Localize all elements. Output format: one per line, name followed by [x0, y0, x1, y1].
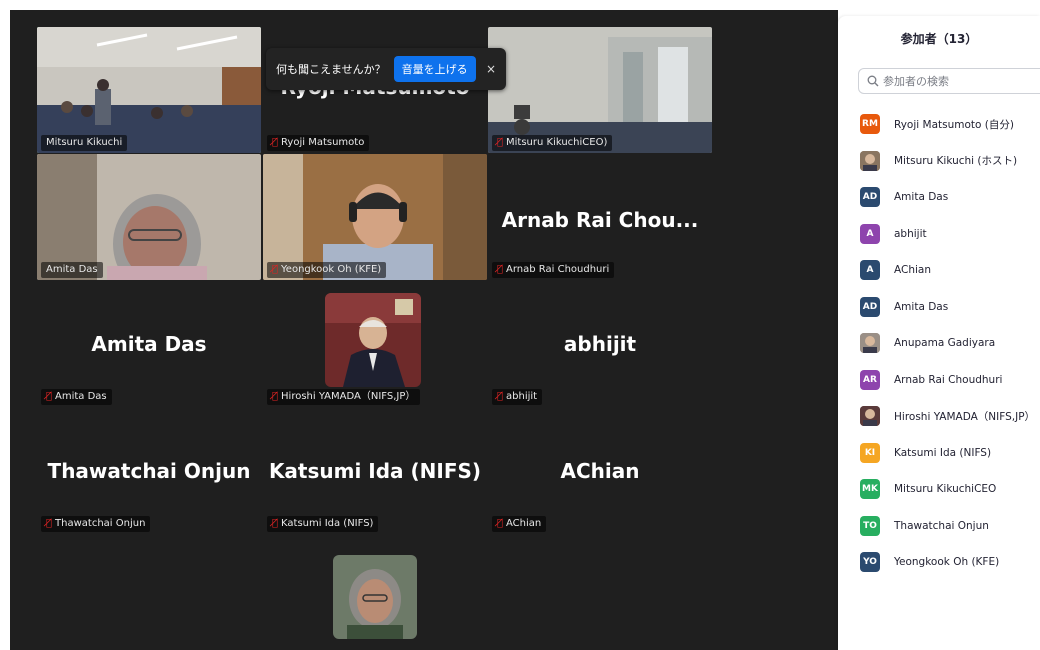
- video-tile-achian[interactable]: AChian 🎙̸ AChian: [488, 408, 712, 534]
- mic-muted-icon: 🎙̸: [272, 264, 279, 275]
- mic-muted-icon: 🎙̸: [46, 518, 53, 529]
- mic-muted-icon: 🎙̸: [497, 137, 504, 148]
- participant-name-tag: 🎙̸ Hiroshi YAMADA（NIFS,JP）: [267, 389, 421, 405]
- participant-avatar: MK: [860, 479, 880, 500]
- participant-avatar: YO: [860, 552, 880, 573]
- mic-muted-icon: 🎙̸: [272, 137, 279, 148]
- participants-panel-title: 参加者（13）: [900, 32, 978, 46]
- video-tile-amita-das[interactable]: Amita Das 🎙̸ Amita Das: [37, 281, 261, 407]
- participant-name-tag: 🎙̸ Katsumi Ida (NIFS): [267, 516, 379, 532]
- participant-name-tag: 🎙̸ Mitsuru KikuchiCEO): [492, 135, 613, 151]
- participant-avatar: [860, 406, 880, 427]
- participant-avatar: AR: [860, 369, 880, 390]
- participant-name: Amita Das: [894, 191, 949, 204]
- participant-list-item[interactable]: AR Arnab Rai Choudhuri: [838, 362, 1040, 399]
- participant-display-name: Amita Das: [91, 332, 207, 356]
- mic-muted-icon: 🎙̸: [497, 264, 504, 275]
- participant-name-tag: 🎙̸ abhijit: [492, 389, 543, 405]
- participant-list: RM Ryoji Matsumoto (自分) Mitsuru Kikuchi (ホ…: [838, 106, 1040, 581]
- participant-display-name: Thawatchai Onjun: [47, 459, 251, 483]
- profile-photo: [325, 293, 421, 387]
- participant-name-tag: 🎙̸ Amita Das: [41, 389, 112, 405]
- video-tile-thawatchai-onjun[interactable]: Thawatchai Onjun 🎙̸ Thawatchai Onjun: [37, 408, 261, 534]
- participant-list-item[interactable]: Aabhijit: [838, 216, 1040, 253]
- participant-avatar: KI: [860, 442, 880, 463]
- close-icon[interactable]: ×: [486, 62, 496, 76]
- video-tile-hiroshi-yamada[interactable]: 🎙̸ Hiroshi YAMADA（NIFS,JP）: [263, 281, 487, 407]
- participant-avatar: [860, 150, 880, 171]
- participant-name: Ryoji Matsumoto (自分): [894, 118, 1014, 131]
- participant-avatar: RM: [860, 114, 880, 135]
- participant-avatar: TO: [860, 515, 880, 536]
- participant-name-tag: Amita Das: [41, 262, 103, 278]
- participant-display-name: Arnab Rai Chou...: [501, 207, 699, 232]
- participant-list-item[interactable]: MK Mitsuru KikuchiCEO: [838, 471, 1040, 508]
- participant-name-tag: 🎙̸ Ryoji Matsumoto: [267, 135, 370, 151]
- search-placeholder: 参加者の検索: [883, 75, 949, 88]
- participant-name: Hiroshi YAMADA（NIFS,JP）: [894, 410, 1036, 423]
- participant-list-item[interactable]: KI Katsumi Ida (NIFS): [838, 435, 1040, 472]
- participant-name: AChian: [894, 264, 931, 277]
- mic-muted-icon: 🎙̸: [497, 518, 504, 529]
- video-tile-ryoji-matsumoto[interactable]: Ryoji Matsumoto 🎙̸Ryoji Matsumoto: [263, 27, 487, 153]
- participant-name: Arnab Rai Choudhuri: [894, 373, 1003, 386]
- participant-avatar: [860, 333, 880, 354]
- video-tile-mitsuru-kikuchi[interactable]: Mitsuru Kikuchi: [37, 27, 261, 153]
- gallery-view: Mitsuru Kikuchi Ryoji Matsumoto 🎙̸Ryoji …: [10, 10, 838, 650]
- participant-search-input[interactable]: 参加者の検索: [858, 68, 1040, 94]
- video-tile-anupama-gadiyara[interactable]: [263, 535, 487, 650]
- participant-name: Thawatchai Onjun: [894, 519, 989, 532]
- participant-name-tag: Mitsuru Kikuchi: [41, 135, 128, 151]
- participant-list-item[interactable]: Anupama Gadiyara: [838, 325, 1040, 362]
- participant-name-tag: 🎙̸ Thawatchai Onjun: [41, 516, 151, 532]
- participant-list-item[interactable]: Hiroshi YAMADA（NIFS,JP）: [838, 398, 1040, 435]
- search-icon: [867, 75, 879, 87]
- increase-volume-button[interactable]: 音量を上げる: [393, 56, 476, 82]
- participant-list-item[interactable]: YO Yeongkook Oh (KFE): [838, 544, 1040, 581]
- participant-name-tag: 🎙̸ Yeongkook Oh (KFE): [267, 262, 387, 278]
- participant-avatar: A: [860, 223, 880, 244]
- profile-photo: [333, 555, 417, 639]
- video-tile-arnab-rai-choudhuri[interactable]: Arnab Rai Chou... 🎙̸ Arnab Rai Choudhuri: [488, 154, 712, 280]
- participant-list-item[interactable]: A AChian: [838, 252, 1040, 289]
- participant-name: Yeongkook Oh (KFE): [894, 556, 1000, 569]
- participant-name: Amita Das: [894, 300, 949, 313]
- mic-muted-icon: 🎙̸: [272, 518, 279, 529]
- participant-display-name: abhijit: [563, 332, 637, 356]
- participant-display-name: Katsumi Ida (NIFS): [268, 459, 482, 483]
- participant-list-item[interactable]: RM Ryoji Matsumoto (自分): [838, 106, 1040, 143]
- no-audio-message: 何も聞こえませんか？: [276, 63, 386, 76]
- participants-panel: 参加者（13） 参加者の検索 RM Ryoji Matsumoto (自分) Mit…: [838, 16, 1040, 650]
- video-tile-mitsuru-kikuchi-ceo[interactable]: 🎙̸ Mitsuru KikuchiCEO): [488, 27, 712, 153]
- participant-list-item[interactable]: AD Amita Das: [838, 179, 1040, 216]
- mic-muted-icon: 🎙̸: [272, 391, 279, 402]
- video-tile-abhijit[interactable]: abhijit 🎙̸ abhijit: [488, 281, 712, 407]
- mic-muted-icon: 🎙̸: [497, 391, 504, 402]
- participant-list-item[interactable]: AD Amita Das: [838, 289, 1040, 326]
- participant-name: Anupama Gadiyara: [894, 337, 996, 350]
- audio-notification-toast: 何も聞こえませんか？ 音量を上げる ×: [266, 48, 506, 90]
- participant-name-tag: 🎙̸ AChian: [492, 516, 547, 532]
- mic-muted-icon: 🎙̸: [46, 391, 53, 402]
- participant-list-item[interactable]: TO Thawatchai Onjun: [838, 508, 1040, 545]
- participant-name: Mitsuru Kikuchi (ホスト): [894, 155, 1018, 168]
- participant-name-tag: 🎙̸ Arnab Rai Choudhuri: [492, 262, 615, 278]
- participant-name: abhijit: [894, 227, 927, 240]
- participant-avatar: A: [860, 260, 880, 281]
- participant-display-name: AChian: [560, 459, 640, 483]
- zoom-meeting-window: Mitsuru Kikuchi Ryoji Matsumoto 🎙̸Ryoji …: [0, 0, 1040, 650]
- video-tile-katsumi-ida[interactable]: Katsumi Ida (NIFS) 🎙̸ Katsumi Ida (NIFS): [263, 408, 487, 534]
- participant-list-item[interactable]: Mitsuru Kikuchi (ホスト): [838, 143, 1040, 180]
- participant-name: Katsumi Ida (NIFS): [894, 446, 992, 459]
- participant-name: Mitsuru KikuchiCEO: [894, 483, 997, 496]
- video-tile-amita-das-video[interactable]: Amita Das: [37, 154, 261, 280]
- video-tile-yeongkook-oh[interactable]: 🎙̸ Yeongkook Oh (KFE): [263, 154, 487, 280]
- participant-avatar: AD: [860, 187, 880, 208]
- participant-avatar: AD: [860, 296, 880, 317]
